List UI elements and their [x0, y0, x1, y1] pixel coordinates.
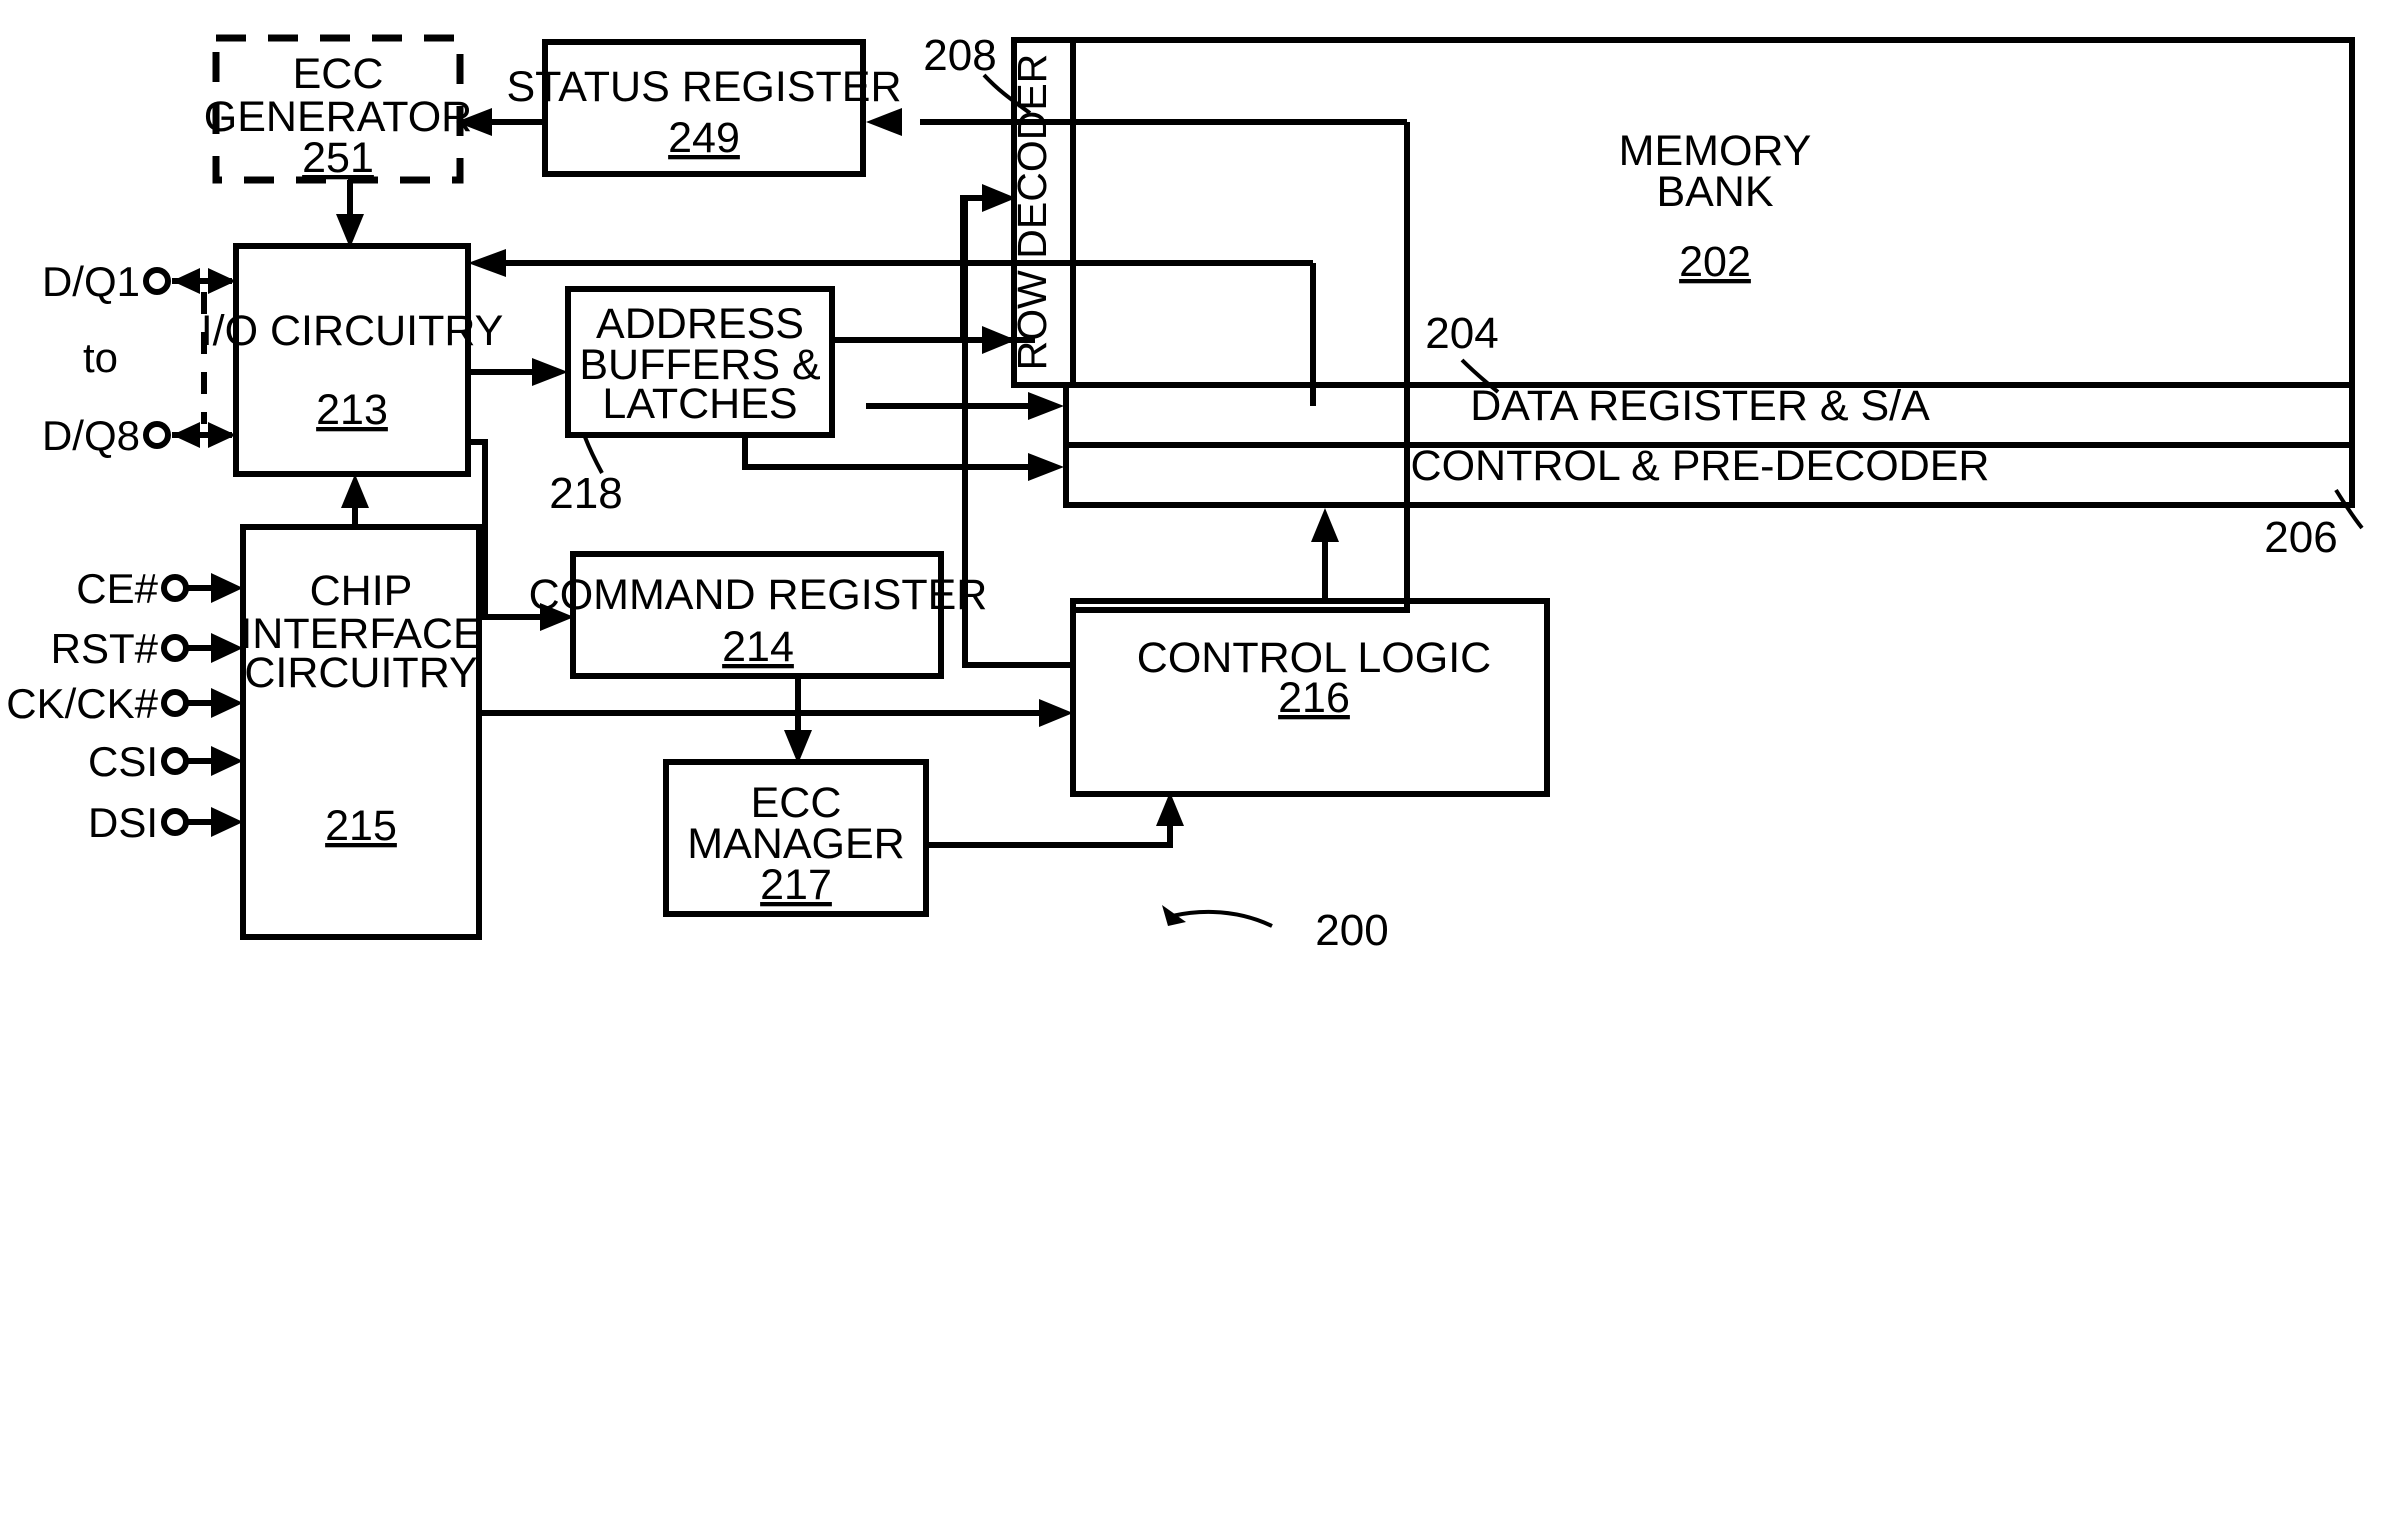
pin-circle-ce[interactable] [161, 574, 189, 602]
figure-reference-200: 200 [1315, 906, 1388, 955]
pin-label-dsi: DSI [88, 799, 158, 846]
arrow-dq1-right [208, 268, 236, 294]
ecc-generator-ref: 251 [302, 134, 374, 182]
arrow-right-to-status-register [866, 108, 902, 136]
memory-bank-ref: 202 [1679, 238, 1751, 286]
arrow-ecc-generator-to-io [336, 214, 364, 248]
data-register-ref: 204 [1425, 309, 1498, 358]
pin-label-dq1: D/Q1 [42, 258, 140, 305]
arrow-io-to-address-buffers [532, 358, 568, 386]
pin-label-ckck: CK/CK# [6, 680, 158, 727]
pin-circle-csi[interactable] [161, 747, 189, 775]
pin-label-ce: CE# [76, 565, 158, 612]
pin-label-dq8: D/Q8 [42, 412, 140, 459]
pin-circle-rst[interactable] [161, 634, 189, 662]
arrow-dq1-left [172, 268, 200, 294]
control-predecoder-ref: 206 [2264, 513, 2337, 562]
memory-bank-label-line2: BANK [1656, 168, 1773, 216]
arrow-command-register-to-ecc-manager [784, 730, 812, 764]
chip-interface-ref: 215 [325, 802, 397, 850]
io-circuitry-box[interactable] [233, 243, 471, 477]
ecc-manager-ref: 217 [760, 861, 832, 909]
pin-circle-dsi[interactable] [161, 808, 189, 836]
arrow-ce [211, 573, 243, 603]
arrow-ckck [211, 688, 243, 718]
arrow-address-to-control-predecoder [1028, 453, 1064, 481]
address-buffers-label-line3: LATCHES [602, 380, 797, 428]
wire-status-net-vertical [1070, 122, 1410, 613]
command-register-ref: 214 [722, 623, 794, 671]
arrow-ecc-manager-to-control-logic [1156, 792, 1184, 826]
wire-address-to-control-predecoder [742, 435, 1030, 470]
leader-200 [1171, 909, 1273, 928]
arrow-feedback-to-io [468, 249, 506, 277]
wire-ecc-manager-to-control-logic [926, 822, 1173, 848]
pin-circle-dq1[interactable] [143, 267, 171, 295]
pin-label-csi: CSI [88, 738, 158, 785]
control-predecoder-label: CONTROL & PRE-DECODER [1411, 442, 1990, 490]
arrow-chip-interface-to-io [341, 474, 369, 508]
arrow-dq8-right [208, 422, 236, 448]
status-register-ref: 249 [668, 114, 740, 162]
chip-interface-label-line1: CHIP [310, 567, 413, 615]
row-decoder-ref: 208 [923, 31, 996, 80]
io-circuitry-label: I/O CIRCUITRY [201, 307, 504, 355]
arrow-csi [211, 746, 243, 776]
pin-circle-ckck[interactable] [161, 689, 189, 717]
arrow-address-to-data-register [1028, 392, 1064, 420]
io-circuitry-ref: 213 [316, 386, 388, 434]
row-decoder-label: ROW DECODER [1009, 54, 1055, 371]
chip-interface-label-line3: CIRCUITRY [244, 649, 477, 697]
arrow-control-logic-to-predecoder [1311, 508, 1339, 542]
pin-label-rst: RST# [51, 625, 159, 672]
arrow-rst [211, 633, 243, 663]
status-register-label: STATUS REGISTER [507, 63, 902, 111]
command-register-label: COMMAND REGISTER [529, 571, 988, 619]
arrow-chip-interface-to-control-logic [1039, 699, 1073, 727]
arrow-dsi [211, 807, 243, 837]
data-register-label: DATA REGISTER & S/A [1470, 382, 1930, 430]
pin-label-to: to [83, 334, 118, 381]
control-logic-ref: 216 [1278, 674, 1350, 722]
patent-figure-diagram: ECC GENERATOR 251 STATUS REGISTER 249 I/… [0, 0, 2391, 1530]
pin-circle-dq8[interactable] [143, 421, 171, 449]
ecc-generator-label-line1: ECC [293, 50, 384, 98]
arrow-dq8-left [172, 422, 200, 448]
schematic-svg: ECC GENERATOR 251 STATUS REGISTER 249 I/… [6, 31, 2364, 955]
address-buffers-ref: 218 [549, 469, 622, 518]
leader-218 [583, 436, 604, 474]
